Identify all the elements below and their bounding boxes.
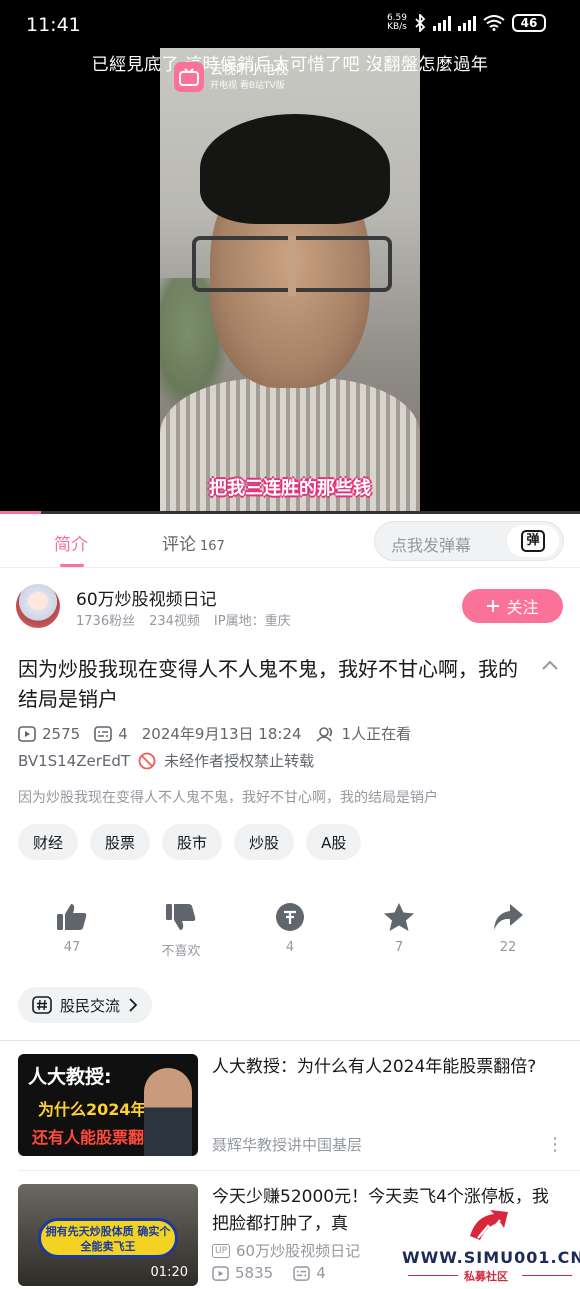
section-divider — [0, 1040, 580, 1041]
thumbs-up-icon — [57, 904, 87, 930]
video-meta: 2575 4 2024年9月13日 18:24 1人正在看 — [18, 723, 411, 744]
tab-indicator — [60, 564, 84, 567]
video-count: 234视频 — [149, 614, 200, 629]
video-description: 因为炒股我现在变得人不人鬼不鬼，我好不甘心啊，我的结局是销户 — [18, 790, 438, 806]
signal-icon — [433, 15, 451, 31]
fans-count: 1736粉丝 — [76, 614, 136, 629]
plus-icon — [487, 600, 500, 612]
share-button[interactable]: 22 — [463, 902, 553, 955]
site-watermark: WWW.SIMU001.CN 私募社区 — [400, 1204, 580, 1284]
danmaku-count-icon — [94, 725, 112, 742]
tag-a-shares[interactable]: A股 — [306, 824, 362, 860]
favorite-button[interactable]: 7 — [354, 902, 444, 955]
video-subtitle: 把我三连胜的那些钱 — [209, 478, 371, 499]
coin-button[interactable]: 4 — [245, 902, 335, 955]
rec-danmaku-count: 4 — [316, 1264, 326, 1282]
tv-promo-badge[interactable]: 云视听小电视 开电视 看B站TV版 — [174, 62, 288, 92]
rec-author: 聂辉华教授讲中国基层 — [212, 1136, 363, 1154]
dislike-label: 不喜欢 — [161, 944, 201, 959]
progress-fill — [0, 511, 41, 514]
tag-stocks[interactable]: 股票 — [90, 824, 151, 860]
tab-intro[interactable]: 简介 — [54, 530, 88, 555]
tag-stock-market[interactable]: 股市 — [162, 824, 223, 860]
tab-comments[interactable]: 评论 167 — [162, 530, 225, 555]
community-link[interactable]: 股民交流 — [18, 987, 153, 1023]
dislike-button[interactable]: 不喜欢 — [136, 902, 226, 959]
video-thumbnail: 拥有先天炒股体质 确实个全能卖飞王 01:20 — [18, 1184, 198, 1286]
watermark-cn: 私募社区 — [464, 1270, 508, 1283]
video-title: 因为炒股我现在变得人不人鬼不鬼，我好不甘心啊，我的结局是销户 — [18, 657, 518, 711]
bvid: BV1S14ZerEdT — [18, 751, 131, 770]
status-time: 11:41 — [26, 14, 81, 36]
watermark-logo-icon — [470, 1210, 508, 1240]
tag-trading[interactable]: 炒股 — [234, 824, 295, 860]
signal-icon-2 — [458, 15, 476, 31]
community-label: 股民交流 — [60, 996, 121, 1015]
share-count: 22 — [499, 940, 517, 955]
danmaku-icon: 弹 — [521, 530, 545, 552]
favorite-count: 7 — [394, 940, 404, 955]
scrolling-danmaku: 已經見底了 這時候銷戶太可惜了吧 沒翻盤怎麼過年 — [91, 55, 489, 75]
wifi-icon — [483, 15, 505, 31]
battery-icon: 46 — [512, 14, 546, 32]
tab-comments-label: 评论 — [162, 535, 196, 555]
thumbs-down-icon — [166, 904, 196, 930]
video-thumbnail: 人大教授: 为什么2024年 还有人能股票翻倍 — [18, 1054, 198, 1156]
like-button[interactable]: 47 — [27, 902, 117, 955]
ip-location: IP属地：重庆 — [213, 614, 291, 629]
watching-count: 1人正在看 — [341, 725, 412, 743]
danmaku-input[interactable]: 点我发弹幕 弹 — [374, 521, 564, 561]
watermark-site: WWW.SIMU001.CN — [402, 1248, 580, 1267]
video-duration: 01:20 — [150, 1265, 188, 1280]
forbidden-icon — [138, 752, 156, 769]
more-options-icon[interactable]: ⋮ — [546, 1134, 564, 1155]
rec-author: 60万炒股视频日记 — [236, 1242, 361, 1260]
chevron-up-icon[interactable] — [540, 656, 560, 676]
comments-count: 167 — [200, 539, 225, 554]
publish-datetime: 2024年9月13日 18:24 — [141, 725, 302, 743]
coin-icon — [276, 903, 304, 931]
progress-bar[interactable] — [0, 511, 580, 514]
play-count: 2575 — [42, 724, 81, 743]
uploader-stats: 1736粉丝 234视频 IP属地：重庆 — [76, 610, 291, 629]
danmaku-count-icon — [293, 1265, 310, 1281]
watching-icon — [315, 726, 332, 742]
copyright-notice: 未经作者授权禁止转载 — [164, 752, 315, 770]
avatar[interactable] — [16, 584, 60, 628]
list-divider — [18, 1170, 580, 1171]
tv-badge-title: 云视听小电视 — [210, 63, 289, 78]
follow-button[interactable]: 关注 — [462, 589, 563, 623]
like-count: 47 — [63, 940, 81, 955]
tag-finance[interactable]: 财经 — [18, 824, 79, 860]
tv-icon — [174, 62, 204, 92]
share-icon — [494, 904, 523, 930]
play-count-icon — [212, 1265, 229, 1281]
follow-label: 关注 — [506, 598, 539, 617]
bluetooth-icon — [415, 14, 426, 32]
hashtag-icon — [32, 996, 52, 1014]
action-bar: 47 不喜欢 4 7 22 — [0, 902, 580, 962]
danmaku-count: 4 — [118, 724, 128, 743]
rec-title: 人大教授：为什么有人2024年能股票翻倍? — [212, 1057, 537, 1077]
tv-badge-subtitle: 开电视 看B站TV版 — [210, 81, 285, 91]
chevron-right-icon — [129, 998, 138, 1012]
video-frame — [160, 48, 420, 512]
status-bar: 11:41 6.59 KB/s 46 — [0, 0, 580, 50]
play-count-icon — [18, 725, 36, 742]
video-player[interactable]: 已經見底了 這時候銷戶太可惜了吧 沒翻盤怎麼過年 云视听小电视 开电视 看B站T… — [0, 0, 580, 514]
rec-play-count: 5835 — [235, 1264, 274, 1282]
uploader-name[interactable]: 60万炒股视频日记 — [76, 585, 217, 610]
star-icon — [384, 903, 414, 931]
net-speed: 6.59 KB/s — [386, 13, 407, 32]
danmaku-toggle-button[interactable]: 弹 — [507, 525, 559, 557]
tag-list: 财经 股票 股市 炒股 A股 — [18, 824, 362, 860]
danmaku-placeholder: 点我发弹幕 — [391, 536, 472, 555]
up-badge: UP — [212, 1243, 231, 1258]
list-item[interactable]: 人大教授: 为什么2024年 还有人能股票翻倍 人大教授：为什么有人2024年能… — [18, 1054, 564, 1158]
coin-count: 4 — [285, 940, 295, 955]
